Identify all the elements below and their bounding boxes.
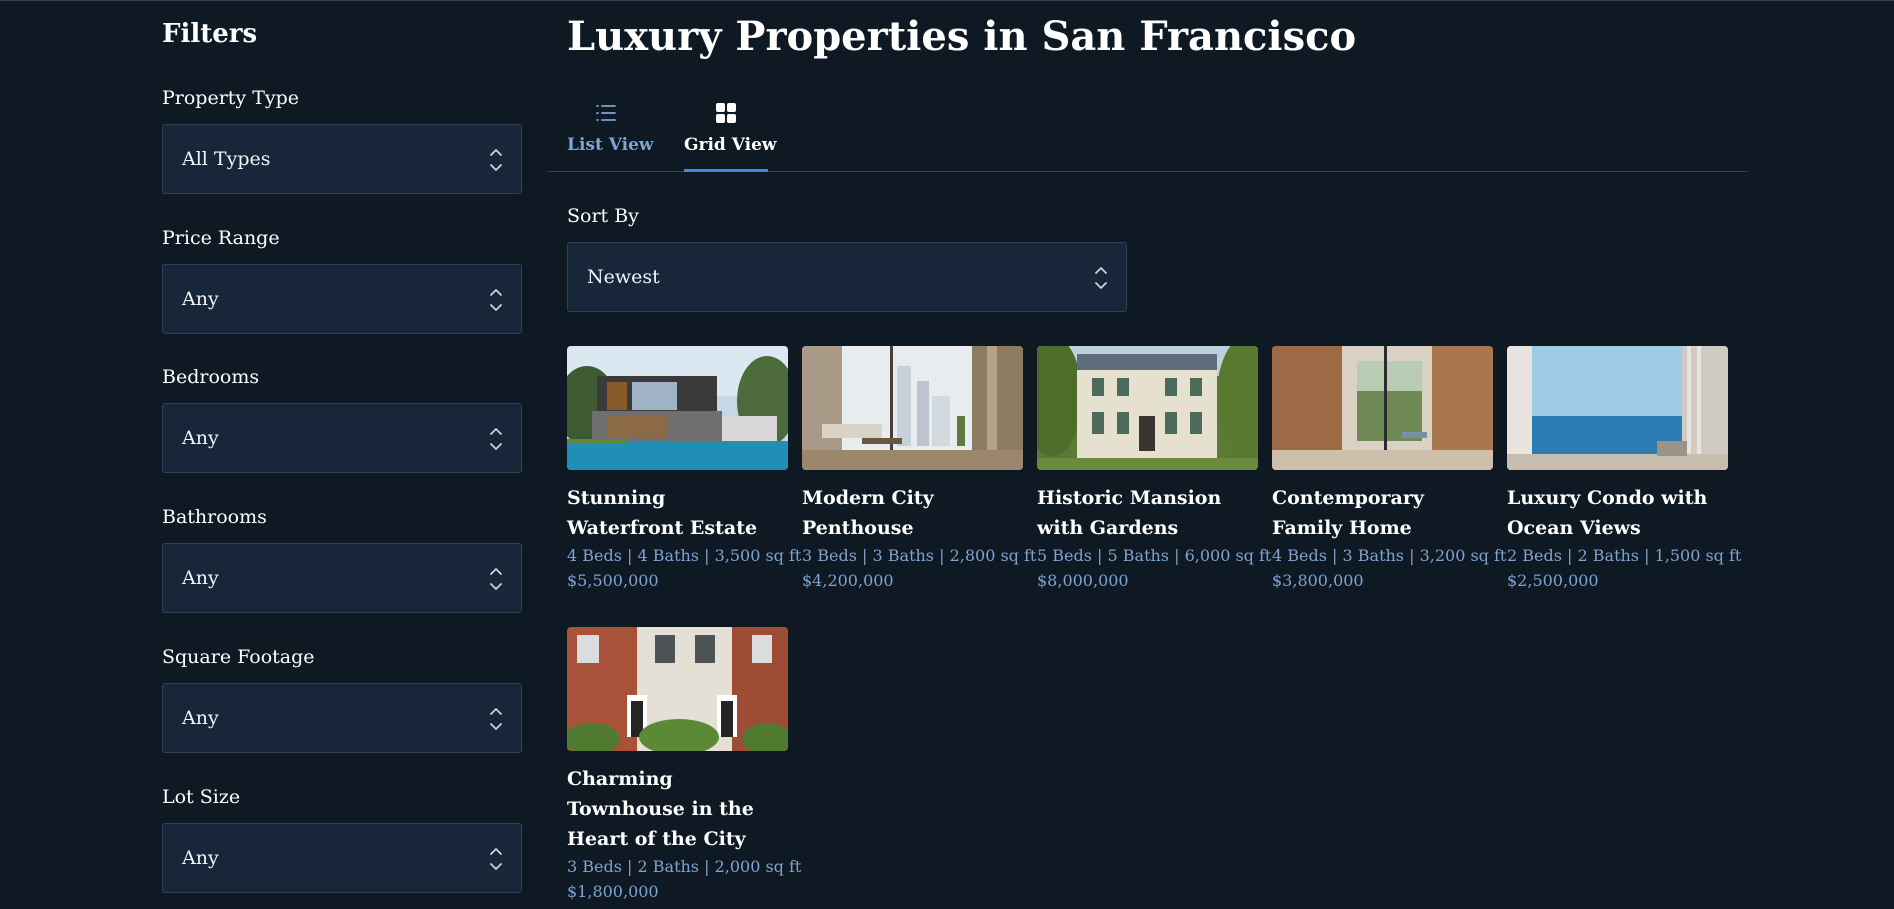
- listing-title: Contemporary Family Home: [1272, 487, 1424, 539]
- select-value: Any: [182, 288, 219, 310]
- historic-mansion-photo: [1037, 346, 1258, 470]
- listing-title: Charming Townhouse in the Heart of the C…: [567, 768, 754, 850]
- listing-title: Modern City Penthouse: [802, 487, 934, 539]
- bathrooms-select[interactable]: Any: [162, 543, 522, 613]
- bedrooms-select[interactable]: Any: [162, 403, 522, 473]
- page-title: Luxury Properties in San Francisco: [567, 13, 1357, 60]
- view-tabs: List View Grid View: [547, 96, 1747, 172]
- list-icon: [596, 105, 616, 121]
- filter-bathrooms: Bathrooms Any: [162, 505, 522, 613]
- sort-select[interactable]: Newest: [567, 242, 1127, 312]
- listing-specs: 4 Beds | 3 Baths | 3,200 sq ft: [1272, 546, 1507, 565]
- listing-card[interactable]: Modern City Penthouse 3 Beds | 3 Baths |…: [802, 346, 1037, 593]
- filter-label: Price Range: [162, 227, 280, 249]
- brick-townhouse-photo: [567, 627, 788, 751]
- listing-price: $4,200,000: [802, 571, 894, 590]
- page: Filters Property Type All Types Price Ra…: [0, 0, 1894, 909]
- chevron-up-down-icon: [490, 568, 502, 590]
- price-range-select[interactable]: Any: [162, 264, 522, 334]
- active-tab-indicator: [684, 169, 768, 172]
- tab-list-view[interactable]: List View: [567, 96, 654, 171]
- filter-lot-size: Lot Size Any: [162, 785, 522, 893]
- select-value: Any: [182, 567, 219, 589]
- listing-price: $1,800,000: [567, 882, 659, 901]
- tab-grid-view[interactable]: Grid View: [684, 96, 777, 172]
- chevron-up-down-icon: [490, 149, 502, 171]
- filter-label: Bedrooms: [162, 366, 260, 388]
- filter-bedrooms: Bedrooms Any: [162, 365, 522, 473]
- listing-specs: 2 Beds | 2 Baths | 1,500 sq ft: [1507, 546, 1742, 565]
- select-value: Any: [182, 707, 219, 729]
- listing-title: Historic Mansion with Gardens: [1037, 487, 1222, 539]
- tab-label: Grid View: [684, 135, 777, 155]
- filter-label: Bathrooms: [162, 506, 267, 528]
- select-value: Any: [182, 847, 219, 869]
- listing-title: Luxury Condo with Ocean Views: [1507, 487, 1708, 539]
- property-type-select[interactable]: All Types: [162, 124, 522, 194]
- listing-price: $8,000,000: [1037, 571, 1129, 590]
- listing-specs: 3 Beds | 2 Baths | 2,000 sq ft: [567, 857, 802, 876]
- lot-size-select[interactable]: Any: [162, 823, 522, 893]
- listing-card[interactable]: Luxury Condo with Ocean Views 2 Beds | 2…: [1507, 346, 1742, 593]
- listing-specs: 3 Beds | 3 Baths | 2,800 sq ft: [802, 546, 1037, 565]
- listing-card[interactable]: Stunning Waterfront Estate 4 Beds | 4 Ba…: [567, 346, 802, 593]
- select-value: Any: [182, 427, 219, 449]
- select-value: Newest: [587, 266, 660, 288]
- select-value: All Types: [182, 148, 271, 170]
- listing-title: Stunning Waterfront Estate: [567, 487, 758, 539]
- listing-price: $3,800,000: [1272, 571, 1364, 590]
- filter-label: Lot Size: [162, 786, 241, 808]
- listing-price: $2,500,000: [1507, 571, 1599, 590]
- penthouse-interior-photo: [802, 346, 1023, 470]
- chevron-up-down-icon: [490, 428, 502, 450]
- filter-square-footage: Square Footage Any: [162, 645, 522, 753]
- listing-specs: 4 Beds | 4 Baths | 3,500 sq ft: [567, 546, 802, 565]
- tab-label: List View: [567, 135, 654, 155]
- chevron-up-down-icon: [490, 848, 502, 870]
- listing-card[interactable]: Historic Mansion with Gardens 5 Beds | 5…: [1037, 346, 1272, 593]
- filter-property-type: Property Type All Types: [162, 86, 522, 194]
- square-footage-select[interactable]: Any: [162, 683, 522, 753]
- grid-icon: [716, 103, 736, 123]
- filter-price-range: Price Range Any: [162, 226, 522, 334]
- chevron-up-down-icon: [1095, 267, 1107, 289]
- sort-label: Sort By: [567, 205, 639, 227]
- filter-label: Property Type: [162, 87, 300, 109]
- filters-title: Filters: [162, 19, 258, 49]
- ocean-view-condo-photo: [1507, 346, 1728, 470]
- listing-card[interactable]: Contemporary Family Home 4 Beds | 3 Bath…: [1272, 346, 1507, 593]
- listing-card[interactable]: Charming Townhouse in the Heart of the C…: [567, 627, 802, 904]
- chevron-up-down-icon: [490, 708, 502, 730]
- chevron-up-down-icon: [490, 289, 502, 311]
- listing-price: $5,500,000: [567, 571, 659, 590]
- filter-label: Square Footage: [162, 646, 315, 668]
- modern-villa-pool-photo: [567, 346, 788, 470]
- contemporary-interior-photo: [1272, 346, 1493, 470]
- listing-specs: 5 Beds | 5 Baths | 6,000 sq ft: [1037, 546, 1272, 565]
